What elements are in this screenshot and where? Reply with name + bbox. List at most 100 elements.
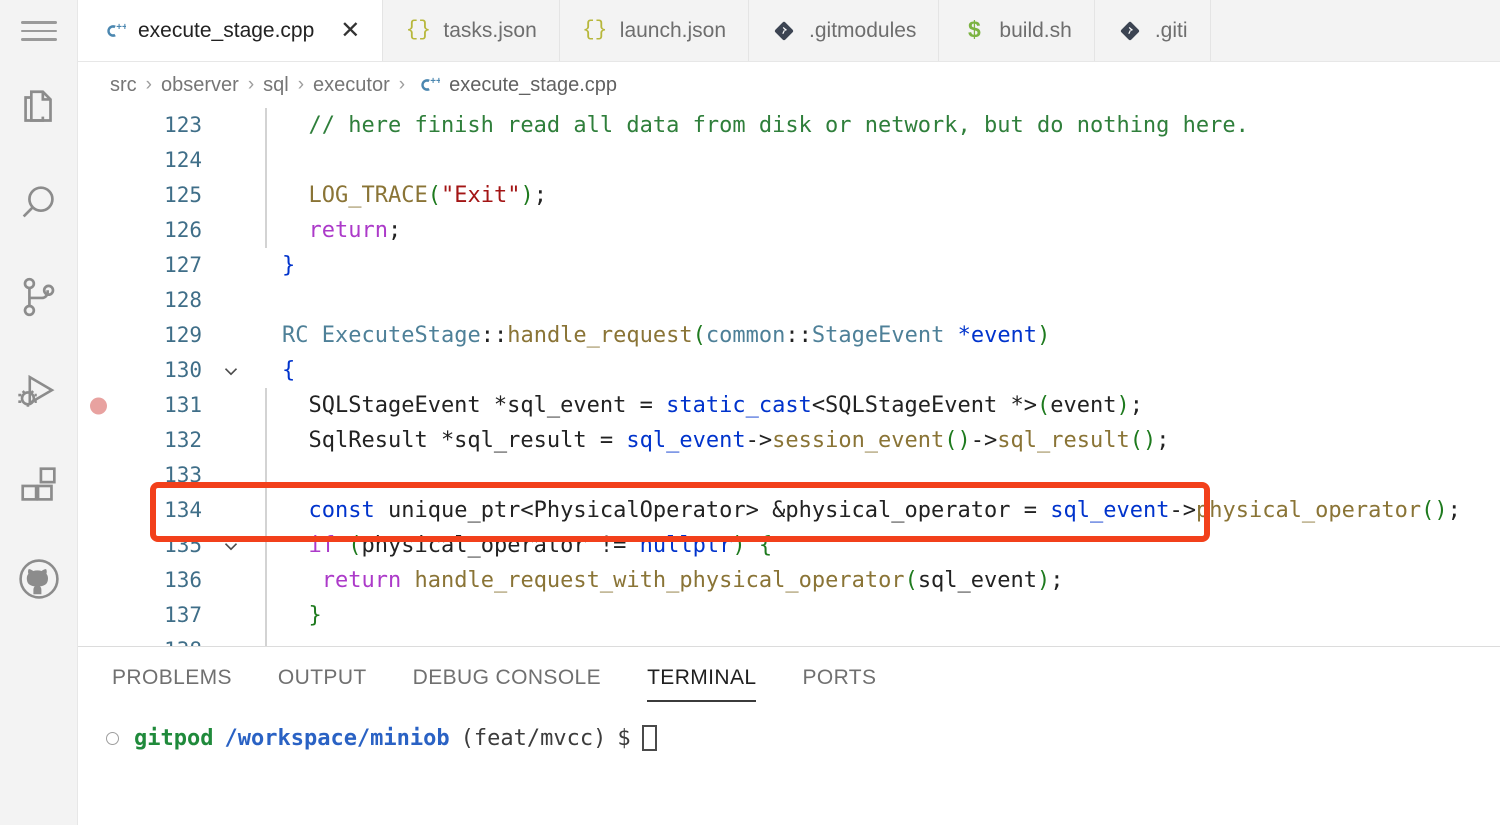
code-token: StageEvent — [811, 323, 958, 348]
line-number-gutter[interactable]: 134 — [78, 493, 210, 528]
code-text[interactable]: SQLStageEvent *sql_event = static_cast<S… — [280, 388, 1500, 423]
code-token: return — [321, 568, 402, 593]
tab-label: launch.json — [619, 19, 727, 42]
line-number-gutter[interactable]: 136 — [78, 563, 210, 598]
breadcrumb-item-observer[interactable]: observer — [161, 74, 239, 97]
code-line[interactable]: 136 return handle_request_with_physical_… — [78, 563, 1500, 598]
code-line[interactable]: 133 — [78, 458, 1500, 493]
chevron-down-icon[interactable] — [210, 360, 252, 382]
breadcrumb-item-src[interactable]: src — [110, 74, 137, 97]
sidebar-item-github[interactable] — [0, 532, 78, 626]
code-line[interactable]: 125 LOG_TRACE("Exit"); — [78, 178, 1500, 213]
code-line[interactable]: 123 // here finish read all data from di… — [78, 108, 1500, 143]
panel-tab-terminal[interactable]: TERMINAL — [647, 652, 757, 702]
panel-tab-debug-console[interactable]: DEBUG CONSOLE — [413, 652, 601, 702]
code-token: SQLStageEvent *sql_event = — [282, 393, 667, 418]
panel-tab-output[interactable]: OUTPUT — [278, 652, 367, 702]
line-number-gutter[interactable]: 126 — [78, 213, 210, 248]
chevron-right-icon: › — [145, 74, 152, 95]
editor-tab-giti[interactable]: .giti — [1094, 0, 1211, 61]
line-number-gutter[interactable]: 135 — [78, 528, 210, 563]
line-number-gutter[interactable]: 124 — [78, 143, 210, 178]
breadcrumb-item-executor[interactable]: executor — [313, 74, 390, 97]
code-line[interactable]: 128 — [78, 283, 1500, 318]
sidebar-item-source-control[interactable] — [0, 250, 78, 344]
code-line[interactable]: 131 SQLStageEvent *sql_event = static_ca… — [78, 388, 1500, 423]
sidebar-item-run-and-debug[interactable] — [0, 344, 78, 438]
panel-tab-ports[interactable]: PORTS — [802, 652, 876, 702]
editor-tab-tasks-json[interactable]: {} tasks.json — [383, 0, 560, 61]
line-number-gutter[interactable]: 123 — [78, 108, 210, 143]
line-number-gutter[interactable]: 127 — [78, 248, 210, 283]
chevron-right-icon: › — [297, 74, 305, 95]
code-text[interactable]: // here finish read all data from disk o… — [280, 108, 1500, 143]
editor-tab-launch-json[interactable]: {} launch.json — [559, 0, 750, 61]
code-text[interactable]: LOG_TRACE("Exit"); — [280, 178, 1500, 213]
indent-guide — [252, 563, 280, 598]
code-text[interactable]: { — [280, 353, 1500, 388]
line-number-gutter[interactable]: 132 — [78, 423, 210, 458]
code-line[interactable]: 135 if (physical_operator != nullptr) { — [78, 528, 1500, 563]
code-text[interactable]: } — [280, 248, 1500, 283]
code-line[interactable]: 127} — [78, 248, 1500, 283]
code-line[interactable]: 130 { — [78, 353, 1500, 388]
editor-tab-build-sh[interactable]: $ build.sh — [939, 0, 1095, 61]
code-token: SqlResult *sql_result = — [282, 428, 627, 453]
code-text[interactable]: if (physical_operator != nullptr) { — [280, 528, 1500, 563]
line-number: 136 — [164, 568, 202, 592]
line-number-gutter[interactable]: 129 — [78, 318, 210, 353]
editor-tab-execute-stage-cpp[interactable]: ++ execute_stage.cpp ✕ — [78, 0, 384, 61]
close-icon[interactable]: ✕ — [340, 18, 360, 43]
code-line[interactable]: 134 const unique_ptr<PhysicalOperator> &… — [78, 493, 1500, 528]
code-token: common — [705, 323, 786, 348]
code-text[interactable]: SqlResult *sql_result = sql_event->sessi… — [280, 423, 1500, 458]
line-number-gutter[interactable]: 130 — [78, 353, 210, 388]
code-lines[interactable]: 123 // here finish read all data from di… — [78, 108, 1500, 646]
code-token: physical_operator — [1195, 498, 1422, 523]
code-line[interactable]: 132 SqlResult *sql_result = sql_event->s… — [78, 423, 1500, 458]
code-text[interactable]: } — [280, 598, 1500, 633]
sidebar-item-explorer[interactable] — [0, 62, 78, 156]
code-token: :: — [480, 323, 508, 348]
line-number-gutter[interactable]: 128 — [78, 283, 210, 318]
code-line[interactable]: 138 — [78, 633, 1500, 646]
sidebar-item-search[interactable] — [0, 156, 78, 250]
breadcrumb[interactable]: src › observer › sql › executor › ++ execute_stag… — [78, 62, 1500, 108]
line-number-gutter[interactable]: 138 — [78, 633, 210, 646]
line-number-gutter[interactable]: 125 — [78, 178, 210, 213]
line-number: 135 — [164, 533, 202, 557]
breadcrumb-item-sql[interactable]: sql — [263, 74, 289, 97]
code-line[interactable]: 126 return; — [78, 213, 1500, 248]
indent-guide — [252, 108, 280, 143]
code-editor[interactable]: 123 // here finish read all data from di… — [78, 108, 1500, 647]
sidebar-item-extensions[interactable] — [0, 438, 78, 532]
terminal-cursor[interactable] — [641, 725, 657, 751]
terminal-output[interactable]: gitpod /workspace/miniob (feat/mvcc) $ — [78, 707, 1500, 825]
panel-tab-problems[interactable]: PROBLEMS — [112, 652, 232, 702]
line-number-gutter[interactable]: 133 — [78, 458, 210, 493]
editor-tab-gitmodules[interactable]: .gitmodules — [749, 0, 940, 61]
code-text[interactable]: return; — [280, 213, 1500, 248]
code-text[interactable]: RC ExecuteStage::handle_request(common::… — [280, 318, 1500, 353]
code-token: const — [308, 498, 375, 523]
code-line[interactable]: 137 } — [78, 598, 1500, 633]
code-token: ) — [1116, 393, 1130, 418]
breakpoint-icon[interactable] — [90, 397, 107, 414]
code-line[interactable]: 124 — [78, 143, 1500, 178]
code-text[interactable]: const unique_ptr<PhysicalOperator> &phys… — [280, 493, 1500, 528]
cpp-file-icon: ++ — [100, 18, 126, 44]
code-token: ; — [1050, 568, 1064, 593]
breadcrumb-item-file[interactable]: ++ execute_stage.cpp — [414, 72, 617, 98]
activity-bar — [0, 0, 78, 825]
line-number-gutter[interactable]: 137 — [78, 598, 210, 633]
source-control-icon — [16, 274, 62, 320]
indent-guide — [252, 213, 280, 248]
chevron-down-icon[interactable] — [210, 535, 252, 557]
code-token: -> — [1169, 498, 1196, 523]
line-number-gutter[interactable]: 131 — [78, 388, 210, 423]
menu-button[interactable] — [0, 0, 78, 62]
code-line[interactable]: 129 RC ExecuteStage::handle_request(commo… — [78, 318, 1500, 353]
indent-guide — [252, 423, 280, 458]
code-text[interactable]: return handle_request_with_physical_oper… — [280, 563, 1500, 598]
